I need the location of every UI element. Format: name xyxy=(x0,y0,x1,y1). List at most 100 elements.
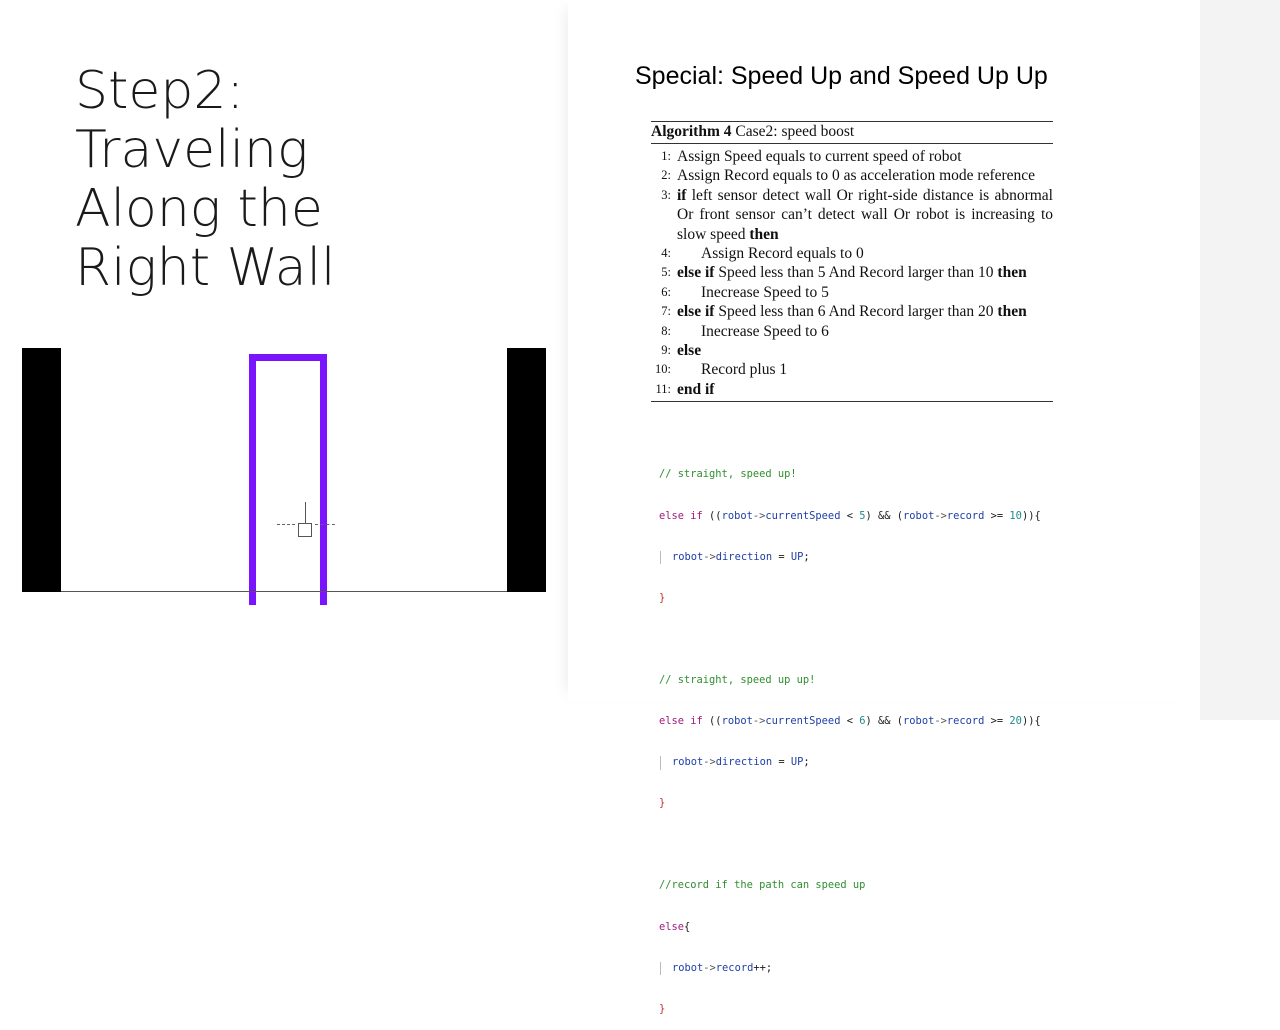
code-keyword: else if xyxy=(659,509,703,522)
keyword: else xyxy=(677,342,702,360)
section-subtitle: Special: Speed Up and Speed Up Up xyxy=(635,62,1048,90)
robot-front-sensor xyxy=(305,502,306,524)
algorithm-line: 5: else if Speed less than 5 And Record l… xyxy=(651,263,1053,282)
purple-path xyxy=(249,354,327,605)
code-identifier: direction xyxy=(715,550,773,563)
code-identifier: robot xyxy=(721,509,753,522)
line-text: Record plus 1 xyxy=(677,360,1053,379)
line-number: 3: xyxy=(661,187,671,202)
line-text: Assign Record equals to 0 xyxy=(677,244,1053,263)
code-comment: // straight, speed up up! xyxy=(659,673,816,686)
code-number: 5 xyxy=(859,509,866,522)
algorithm-line: 6: Inecrease Speed to 5 xyxy=(651,283,1053,302)
simulation-view xyxy=(22,348,546,605)
code-comment: //record if the path can speed up xyxy=(659,879,866,892)
floor-line xyxy=(61,591,507,592)
keyword: then xyxy=(749,225,779,243)
robot-left-sensor xyxy=(277,524,295,529)
code-comment: // straight, speed up! xyxy=(659,468,797,481)
algorithm-line: 1: Assign Speed equals to current speed o… xyxy=(651,147,1053,166)
algorithm-line: 4: Assign Record equals to 0 xyxy=(651,244,1053,263)
keyword: then xyxy=(997,264,1027,282)
line-text: else if Speed less than 5 And Record lar… xyxy=(677,263,1053,282)
code-line: robot->record++; xyxy=(660,961,1041,976)
code-identifier: robot xyxy=(721,715,753,728)
code-operator: -> xyxy=(752,715,766,728)
code-identifier: robot xyxy=(672,961,704,974)
line-text: Assign Speed equals to current speed of … xyxy=(677,147,1053,166)
line-number: 8: xyxy=(661,323,671,338)
code-number: 6 xyxy=(859,715,866,728)
code-line: else if ((robot->currentSpeed < 6) && (r… xyxy=(659,715,1041,728)
code-identifier: UP xyxy=(790,550,804,563)
line-text: else xyxy=(677,341,1053,360)
left-wall xyxy=(22,348,61,592)
algorithm-line: 7: else if Speed less than 6 And Record l… xyxy=(651,302,1053,321)
statement-text: Assign Record equals to 0 xyxy=(701,245,864,263)
code-line: //record if the path can speed up xyxy=(659,879,1041,893)
code-line: // straight, speed up! xyxy=(659,468,1041,482)
right-gutter xyxy=(1200,0,1280,720)
line-text: Inecrease Speed to 5 xyxy=(677,283,1053,302)
algorithm-line: 3: if left sensor detect wall Or right-si… xyxy=(651,186,1053,244)
code-line: } xyxy=(659,797,666,810)
line-number: 11: xyxy=(655,381,671,396)
line-text: Inecrease Speed to 6 xyxy=(677,322,1053,341)
line-text: Assign Record equals to 0 as acceleratio… xyxy=(677,166,1053,185)
statement-text: left sensor detect wall Or right-side di… xyxy=(677,186,1053,243)
line-number: 2: xyxy=(661,168,671,183)
keyword: else if xyxy=(677,264,715,282)
title-line: Step2: xyxy=(75,61,244,121)
code-line: robot->direction = UP; xyxy=(660,756,1041,770)
algorithm-line: 8: Inecrease Speed to 6 xyxy=(651,322,1053,341)
code-identifier: currentSpeed xyxy=(765,509,841,522)
keyword: else if xyxy=(677,303,715,321)
code-identifier: record xyxy=(715,961,754,974)
code-operator: -> xyxy=(752,509,766,522)
code-identifier: UP xyxy=(790,756,804,769)
code-identifier: currentSpeed xyxy=(765,715,841,728)
code-keyword: else if xyxy=(659,715,703,728)
line-text: else if Speed less than 6 And Record lar… xyxy=(677,302,1053,321)
statement-text: Inecrease Speed to 5 xyxy=(701,283,829,301)
code-identifier: robot xyxy=(672,756,704,769)
robot-right-sensor xyxy=(315,524,335,529)
algorithm-label: Algorithm 4 xyxy=(651,123,732,140)
code-identifier: direction xyxy=(715,756,773,769)
statement-text: Speed less than 6 And Record larger than… xyxy=(714,303,998,321)
statement-text: Speed less than 5 And Record larger than… xyxy=(714,264,998,282)
keyword: end if xyxy=(677,380,715,398)
slide-title: Step2: Traveling Along the Right Wall xyxy=(75,62,495,298)
code-identifier: record xyxy=(946,715,985,728)
line-number: 10: xyxy=(655,362,671,377)
algorithm-line: 10: Record plus 1 xyxy=(651,360,1053,379)
line-number: 5: xyxy=(661,265,671,280)
code-identifier: robot xyxy=(903,715,935,728)
algorithm-lines: 1: Assign Speed equals to current speed o… xyxy=(651,144,1053,403)
algorithm-caption: Case2: speed boost xyxy=(735,123,855,140)
code-line: } xyxy=(659,1002,666,1015)
statement-text: Assign Record equals to 0 as acceleratio… xyxy=(677,167,1036,185)
code-operator: -> xyxy=(703,756,716,769)
algorithm-line: 11: end if xyxy=(651,380,1053,399)
line-number: 1: xyxy=(661,149,671,163)
title-line: Traveling xyxy=(75,120,309,180)
code-line: else if ((robot->currentSpeed < 5) && (r… xyxy=(659,509,1041,522)
robot-icon xyxy=(298,523,312,537)
algorithm-header: Algorithm 4 Case2: speed boost xyxy=(651,121,1053,144)
line-number: 7: xyxy=(661,304,671,319)
title-line: Along the xyxy=(75,179,323,239)
algorithm-line: 2: Assign Record equals to 0 as accelerat… xyxy=(651,166,1053,185)
code-operator: -> xyxy=(703,550,716,563)
code-number: 10 xyxy=(1009,509,1022,522)
right-wall xyxy=(507,348,546,592)
statement-text: Assign Speed equals to current speed of … xyxy=(677,148,962,165)
line-text: if left sensor detect wall Or right-side… xyxy=(677,186,1053,244)
code-line: // straight, speed up up! xyxy=(659,674,1041,688)
statement-text: Record plus 1 xyxy=(701,361,788,379)
code-line: else{ xyxy=(659,920,691,933)
algorithm-line: 9: else xyxy=(651,341,1053,360)
line-text: end if xyxy=(677,380,1053,399)
code-snippet: // straight, speed up! else if ((robot->… xyxy=(659,441,1041,1030)
title-line: Right Wall xyxy=(75,238,336,298)
